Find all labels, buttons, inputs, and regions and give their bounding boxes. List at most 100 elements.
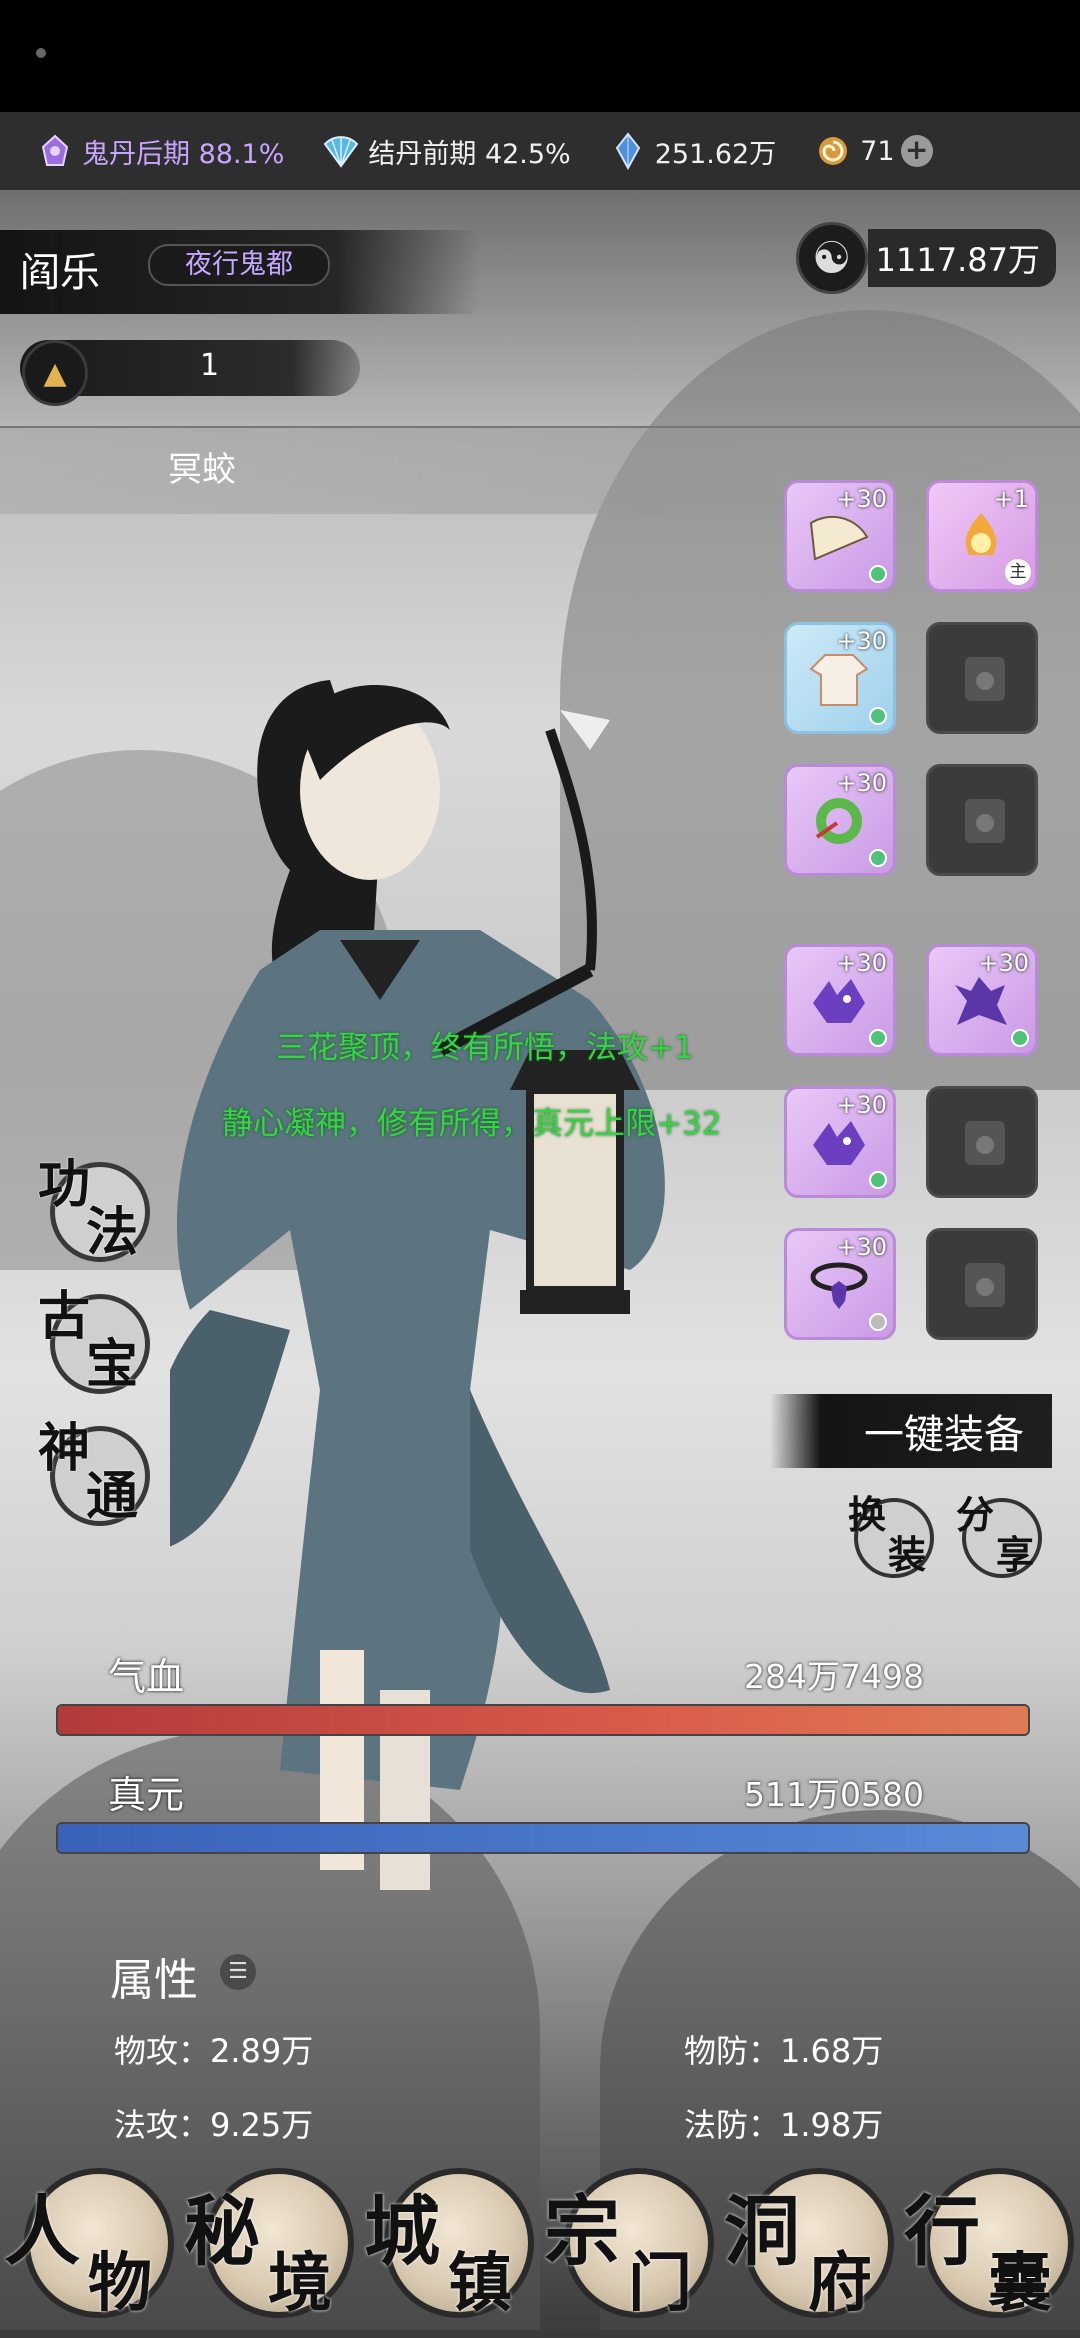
equipped-check-icon <box>869 1029 887 1047</box>
nav-cave[interactable]: 洞 府 <box>720 2150 900 2338</box>
equip-all-button[interactable]: 一键装备 <box>770 1394 1052 1468</box>
nav-char: 行 <box>904 2187 980 2276</box>
equip-slot-fan[interactable]: +30 <box>784 480 896 592</box>
spiked-necklace-icon <box>807 1257 871 1313</box>
side-menu-gongfa[interactable]: 功 法 <box>34 1152 154 1272</box>
equip-level: +30 <box>836 1091 887 1119</box>
character-name: 阎乐 <box>20 250 100 296</box>
beast-name: 冥蛟 <box>168 450 236 490</box>
equip-slot-empty[interactable] <box>926 1228 1038 1340</box>
mag-atk-stat: 法攻：9.25万 <box>114 2106 314 2144</box>
mp-label: 真元 <box>108 1773 185 1817</box>
coin-text: 71 <box>860 135 895 167</box>
spirit-stone-counter[interactable]: 251.62万 <box>609 132 776 171</box>
level-value: 1 <box>200 348 220 383</box>
equip-level: +30 <box>836 627 887 655</box>
phys-def-stat: 物防：1.68万 <box>684 2032 884 2070</box>
character-title-badge[interactable]: 夜行鬼都 <box>148 244 330 286</box>
combat-power: ☯ 1117.87万 <box>795 220 1056 296</box>
swirl-coin-icon <box>814 132 852 170</box>
equip-level: +30 <box>836 769 887 797</box>
main-weapon-tag: 主 <box>1005 559 1031 585</box>
locked-slot-icon <box>957 1255 1013 1315</box>
nav-town[interactable]: 城 镇 <box>360 2150 540 2338</box>
equip-level: +30 <box>836 485 887 513</box>
resource-bar: 鬼丹后期 88.1% 结丹前期 42.5% 251.62万 71 + <box>0 112 1080 190</box>
mp-value: 511万0580 <box>744 1775 924 1814</box>
button-char: 享 <box>996 1532 1035 1577</box>
fan-icon <box>322 132 360 170</box>
equip-slot-ring[interactable]: +30 <box>784 764 896 876</box>
equip-slot-empty[interactable] <box>926 1086 1038 1198</box>
locked-slot-icon <box>957 1113 1013 1173</box>
camera-dot <box>36 48 46 58</box>
nav-char: 宗 <box>544 2187 620 2276</box>
hp-value: 284万7498 <box>744 1657 924 1696</box>
equip-slot-robe[interactable]: +30 <box>784 622 896 734</box>
attributes-title: 属性 <box>110 1955 198 2006</box>
nav-char: 门 <box>628 2246 692 2321</box>
purple-beast-icon <box>807 1115 871 1171</box>
equip-slot-beast-1[interactable]: +30 <box>784 944 896 1056</box>
equip-level: +30 <box>978 949 1029 977</box>
nav-char: 洞 <box>724 2187 800 2276</box>
nav-char: 府 <box>808 2246 872 2321</box>
nav-char: 囊 <box>988 2246 1052 2321</box>
yin-yang-icon: ☯ <box>795 222 868 294</box>
nav-char: 物 <box>88 2246 152 2321</box>
guidan-text: 鬼丹后期 88.1% <box>82 138 285 170</box>
flame-lotus-icon <box>949 509 1013 565</box>
equip-slot-empty[interactable] <box>926 622 1038 734</box>
button-char: 换 <box>848 1492 887 1537</box>
bottom-nav: 人 物 秘 境 城 镇 宗 门 洞 府 行 囊 <box>0 2150 1080 2338</box>
share-button[interactable]: 分 享 <box>956 1490 1048 1582</box>
coin-counter[interactable]: 71 + <box>814 132 933 170</box>
equipped-check-icon <box>869 1313 887 1331</box>
nav-character[interactable]: 人 物 <box>0 2150 180 2338</box>
side-menu-gubao[interactable]: 古 宝 <box>34 1284 154 1404</box>
equipped-check-icon <box>869 849 887 867</box>
jiedan-text: 结丹前期 42.5% <box>368 138 571 170</box>
side-menu-shentong[interactable]: 神 通 <box>34 1416 154 1536</box>
mp-bar <box>56 1822 1030 1854</box>
attributes-detail-icon[interactable]: ☰ <box>220 1954 256 1990</box>
nav-char: 境 <box>268 2246 332 2321</box>
progress-message: 三花聚顶，终有所悟，法攻+1 <box>276 1030 694 1066</box>
swap-outfit-button[interactable]: 换 装 <box>848 1490 940 1582</box>
equipped-check-icon <box>869 565 887 583</box>
add-coin-button[interactable]: + <box>900 135 933 167</box>
rank-emblem-icon: ▲ <box>22 340 88 406</box>
jade-ring-icon <box>807 793 871 849</box>
crystal-icon <box>609 132 647 170</box>
progress-message: 静心凝神，修有所得，真元上限+32 <box>222 1106 722 1142</box>
menu-char: 宝 <box>86 1334 139 1395</box>
equip-slot-empty[interactable] <box>926 764 1038 876</box>
nav-char: 秘 <box>184 2187 260 2276</box>
locked-slot-icon <box>957 791 1013 851</box>
nav-bag[interactable]: 行 囊 <box>900 2150 1080 2338</box>
cultivation-guidan[interactable]: 鬼丹后期 88.1% <box>36 132 284 171</box>
nav-sect[interactable]: 宗 门 <box>540 2150 720 2338</box>
equip-slot-main[interactable]: +1 主 <box>926 480 1038 592</box>
locked-slot-icon <box>957 649 1013 709</box>
phys-atk-stat: 物攻：2.89万 <box>114 2032 314 2070</box>
cultivation-jiedan[interactable]: 结丹前期 42.5% <box>322 132 571 171</box>
hp-label: 气血 <box>108 1655 185 1699</box>
fan-item-icon <box>807 509 871 565</box>
equip-slot-beast-2[interactable]: +30 <box>926 944 1038 1056</box>
nav-secret-realm[interactable]: 秘 境 <box>180 2150 360 2338</box>
menu-char: 功 <box>38 1154 91 1215</box>
equip-slot-necklace[interactable]: +30 <box>784 1228 896 1340</box>
button-char: 分 <box>956 1492 995 1537</box>
hp-bar-fill <box>58 1706 1028 1734</box>
ghost-core-icon <box>36 132 74 170</box>
equip-slot-beast-3[interactable]: +30 <box>784 1086 896 1198</box>
combat-power-value: 1117.87万 <box>867 229 1056 287</box>
button-char: 装 <box>888 1532 927 1577</box>
mag-def-stat: 法防：1.98万 <box>684 2106 884 2144</box>
menu-char: 通 <box>86 1466 139 1527</box>
equipped-check-icon <box>1011 1029 1029 1047</box>
purple-beast-icon <box>807 973 871 1029</box>
character-scene: 阎乐 夜行鬼都 ☯ 1117.87万 ▲ 1 冥蛟 +30 +1 主 +30 +… <box>0 190 1080 2338</box>
mp-bar-fill <box>58 1824 1028 1852</box>
